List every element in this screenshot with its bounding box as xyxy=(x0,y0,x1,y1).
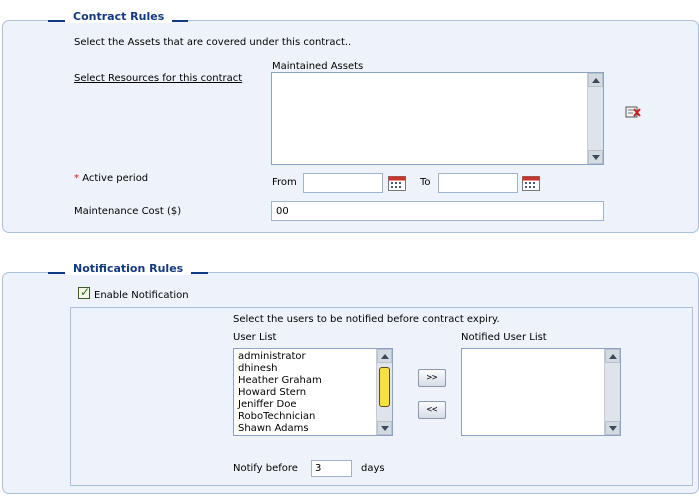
user-list-item[interactable]: administrator xyxy=(238,351,322,363)
user-list-label: User List xyxy=(233,332,277,343)
maintained-assets-listbox[interactable] xyxy=(271,72,604,165)
user-list-items: administrator dhinesh Heather Graham How… xyxy=(238,351,322,435)
from-label: From xyxy=(272,177,297,188)
required-marker: * xyxy=(74,173,79,184)
notify-before-input[interactable] xyxy=(311,460,352,477)
remove-asset-icon[interactable] xyxy=(625,105,641,119)
select-resources-link[interactable]: Select Resources for this contract xyxy=(74,73,242,84)
to-label: To xyxy=(420,177,431,188)
add-user-button[interactable]: >> xyxy=(418,369,446,387)
scroll-down-button[interactable] xyxy=(377,421,392,435)
scroll-down-button[interactable] xyxy=(588,150,603,164)
calendar-icon[interactable] xyxy=(522,176,540,191)
days-label: days xyxy=(361,463,385,474)
user-list-item[interactable]: Shawn Adams xyxy=(238,423,322,435)
notified-list-scrollbar[interactable] xyxy=(604,349,620,435)
remove-user-button[interactable]: << xyxy=(418,401,446,419)
check-icon: ✓ xyxy=(80,285,91,299)
maintenance-cost-input[interactable] xyxy=(271,201,604,221)
user-list-scrollbar[interactable] xyxy=(376,349,392,435)
scroll-thumb[interactable] xyxy=(379,367,390,407)
enable-notification-label: Enable Notification xyxy=(94,290,189,301)
user-list-item[interactable]: dhinesh xyxy=(238,363,322,375)
maintained-assets-scrollbar[interactable] xyxy=(587,73,603,164)
scroll-up-button[interactable] xyxy=(377,349,392,363)
calendar-icon[interactable] xyxy=(388,176,406,191)
user-listbox[interactable]: administrator dhinesh Heather Graham How… xyxy=(233,348,393,436)
contract-rules-legend: Contract Rules xyxy=(65,10,173,23)
notification-rules-legend: Notification Rules xyxy=(65,262,192,275)
maintained-assets-label: Maintained Assets xyxy=(272,61,364,72)
user-list-item[interactable]: Jeniffer Doe xyxy=(238,399,322,411)
notified-user-listbox[interactable] xyxy=(461,348,621,436)
scroll-up-button[interactable] xyxy=(605,349,620,363)
users-intro-text: Select the users to be notified before c… xyxy=(233,314,500,325)
user-list-item[interactable]: Howard Stern xyxy=(238,387,322,399)
active-period-label-row: * Active period xyxy=(74,173,148,184)
maintenance-cost-label: Maintenance Cost ($) xyxy=(74,206,182,217)
to-date-input[interactable] xyxy=(438,173,518,193)
user-list-item[interactable]: Heather Graham xyxy=(238,375,322,387)
enable-notification-checkbox[interactable]: ✓ xyxy=(78,285,91,299)
from-date-input[interactable] xyxy=(303,173,383,193)
notified-user-list-label: Notified User List xyxy=(461,332,547,343)
notify-before-label: Notify before xyxy=(233,463,298,474)
scroll-down-button[interactable] xyxy=(605,421,620,435)
user-list-item[interactable]: RoboTechnician xyxy=(238,411,322,423)
scroll-up-button[interactable] xyxy=(588,73,603,87)
assets-intro-text: Select the Assets that are covered under… xyxy=(74,37,352,48)
active-period-label: Active period xyxy=(82,173,149,184)
